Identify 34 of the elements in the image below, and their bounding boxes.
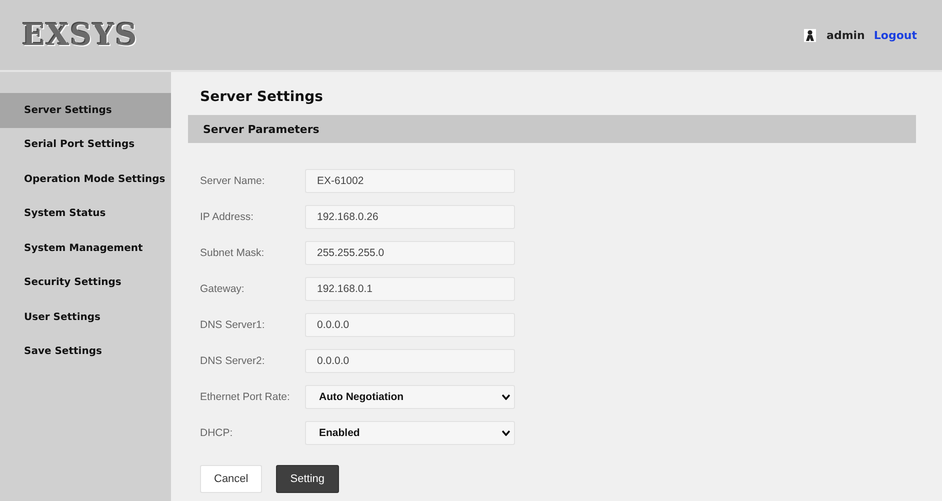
sidebar-item[interactable]: Operation Mode Settings xyxy=(0,162,171,196)
page-title: Server Settings xyxy=(200,89,324,105)
cancel-button[interactable]: Cancel xyxy=(200,465,262,493)
field-label: DHCP: xyxy=(200,427,234,439)
field-label: Ethernet Port Rate: xyxy=(200,391,291,403)
dropdown[interactable]: Auto Negotiation xyxy=(305,385,515,409)
field-label: Server Name: xyxy=(200,175,266,187)
sidebar-item[interactable]: Security Settings xyxy=(0,266,171,300)
input-field[interactable]: 255.255.255.0 xyxy=(305,241,515,265)
sidebar-item[interactable]: Server Settings xyxy=(0,93,171,128)
field-label: Gateway: xyxy=(200,283,246,295)
user-name: admin xyxy=(826,28,865,42)
field-label: DNS Server1: xyxy=(200,319,266,331)
input-field[interactable]: 0.0.0.0 xyxy=(305,313,515,337)
logout-link[interactable]: Logout xyxy=(874,28,917,42)
sidebar-item[interactable]: System Status xyxy=(0,196,171,231)
input-field[interactable]: 0.0.0.0 xyxy=(305,349,515,373)
field-label: IP Address: xyxy=(200,211,255,223)
user-icon xyxy=(804,28,816,42)
sidebar-item[interactable]: Save Settings xyxy=(0,334,171,369)
field-label: DNS Server2: xyxy=(200,355,266,367)
chevron-down-icon xyxy=(502,430,510,436)
sidebar-item[interactable]: System Management xyxy=(0,231,171,266)
chevron-down-icon xyxy=(502,394,510,400)
sidebar-item[interactable]: User Settings xyxy=(0,300,171,334)
logo: EXSYS xyxy=(22,18,138,52)
setting-button[interactable]: Setting xyxy=(276,465,338,493)
sidebar-item[interactable]: Serial Port Settings xyxy=(0,128,171,162)
field-label: Subnet Mask: xyxy=(200,247,266,259)
section-header: Server Parameters xyxy=(188,115,916,143)
input-field[interactable]: EX-61002 xyxy=(305,169,515,193)
dropdown[interactable]: Enabled xyxy=(305,421,515,445)
input-field[interactable]: 192.168.0.26 xyxy=(305,205,515,229)
input-field[interactable]: 192.168.0.1 xyxy=(305,277,515,301)
